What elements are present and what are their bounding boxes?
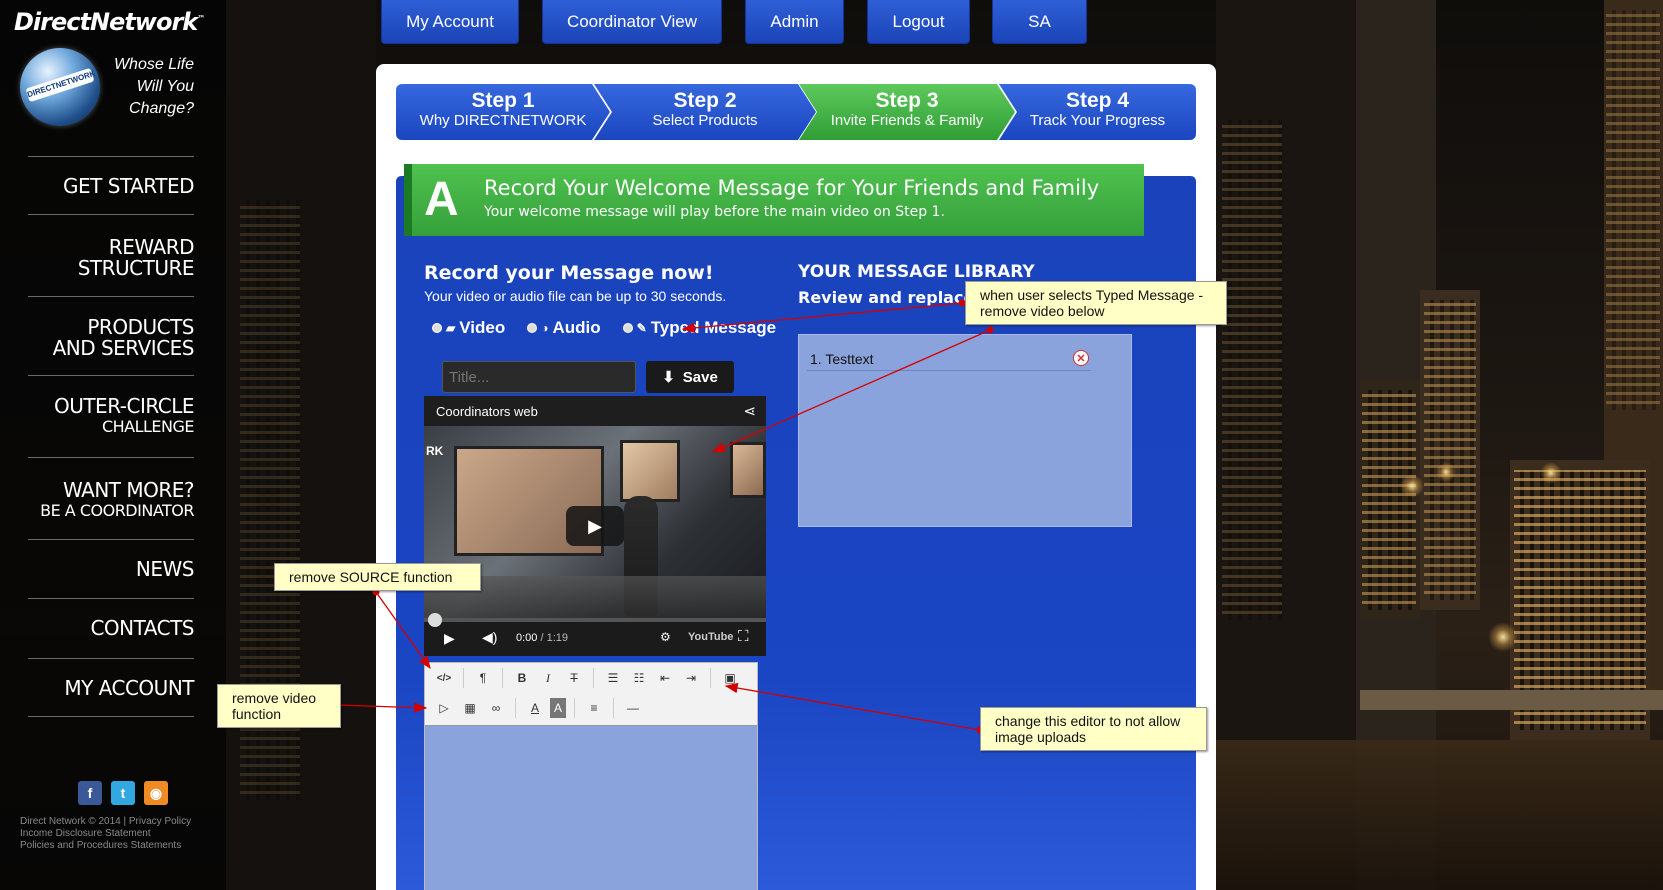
bold-icon[interactable]: B xyxy=(511,668,533,688)
rss-icon[interactable]: ◉ xyxy=(144,781,168,805)
annotation-typed-message: when user selects Typed Message - remove… xyxy=(965,281,1227,325)
editor-content-area[interactable] xyxy=(425,725,757,890)
link-icon[interactable]: ∞ xyxy=(485,698,507,718)
nav-admin-button[interactable]: Admin xyxy=(745,0,844,44)
image-icon[interactable]: ▣ xyxy=(719,668,741,688)
share-icon[interactable]: ⋖ xyxy=(743,402,756,420)
editor-toolbar-row-1: </> ¶ B I T ☰ ☷ ⇤ ⇥ ▣ xyxy=(425,663,757,693)
play-overlay-button[interactable]: ▶ xyxy=(566,506,624,546)
facebook-icon[interactable]: f xyxy=(78,781,102,805)
globe-logo-icon: DIRECTNETWORK xyxy=(20,48,100,126)
section-heading: Record Your Welcome Message for Your Fri… xyxy=(484,176,1100,200)
twitter-icon[interactable]: t xyxy=(111,781,135,805)
title-input[interactable] xyxy=(442,361,636,393)
section-banner: A Record Your Welcome Message for Your F… xyxy=(404,164,1144,236)
table-icon[interactable]: ▦ xyxy=(459,698,481,718)
play-icon[interactable]: ▶ xyxy=(444,630,455,647)
bullet-list-icon[interactable]: ☰ xyxy=(602,668,624,688)
footer-link-privacy[interactable]: Direct Network © 2014 | Privacy Policy xyxy=(20,816,191,828)
paragraph-icon[interactable]: ¶ xyxy=(472,668,494,688)
message-library-list: 1. Testtext ✕ xyxy=(798,334,1132,527)
tagline: Whose Life Will You Change? xyxy=(113,56,194,117)
radio-dot-icon[interactable] xyxy=(432,323,442,333)
radio-dot-icon[interactable] xyxy=(527,323,538,333)
radio-audio[interactable]: ◑ Audio xyxy=(527,318,601,338)
annotation-no-image-uploads: change this editor to not allow image up… xyxy=(980,707,1207,751)
sidebar-item-products[interactable]: PRODUCTS AND SERVICES xyxy=(28,296,195,375)
sidebar-item-my-account[interactable]: MY ACCOUNT xyxy=(28,658,195,717)
footer-links: Direct Network © 2014 | Privacy Policy I… xyxy=(20,816,191,852)
sidebar-item-outer-circle[interactable]: OUTER-CIRCLE CHALLENGE xyxy=(28,375,195,457)
headphones-icon: ◑ xyxy=(541,321,549,335)
annotation-remove-video: remove video function xyxy=(217,684,341,728)
sidebar-item-news[interactable]: NEWS xyxy=(28,539,195,598)
nav-coordinator-view-button[interactable]: Coordinator View xyxy=(542,0,722,44)
save-button[interactable]: ⬇ Save xyxy=(646,361,734,393)
video-progress-bar[interactable] xyxy=(424,618,766,622)
step-4-tab[interactable]: Step 4 Track Your Progress xyxy=(999,84,1196,140)
editor-toolbar-row-2: ▷ ▦ ∞ A A ≡ — xyxy=(425,693,757,723)
settings-icon[interactable]: ⚙ xyxy=(660,630,671,644)
nav-my-account-button[interactable]: My Account xyxy=(381,0,519,44)
video-title-bar: Coordinators web ⋖ xyxy=(424,396,766,426)
align-icon[interactable]: ≡ xyxy=(583,698,605,718)
list-item[interactable]: 1. Testtext ✕ xyxy=(807,345,1091,371)
record-heading: Record your Message now! xyxy=(424,262,714,284)
footer-link-policies[interactable]: Policies and Procedures Statements xyxy=(20,840,191,852)
sidebar-item-get-started[interactable]: GET STARTED xyxy=(28,156,195,214)
italic-icon[interactable]: I xyxy=(537,668,559,688)
section-letter: A xyxy=(424,173,459,226)
main-panel: Step 1 Why DIRECTNETWORK Step 2 Select Pro… xyxy=(376,64,1216,890)
radio-typed-message[interactable]: ✎ Typed Message xyxy=(622,318,776,338)
nav-logout-button[interactable]: Logout xyxy=(867,0,970,44)
step-3-tab[interactable]: Step 3 Invite Friends & Family xyxy=(799,84,1015,140)
horizontal-rule-icon[interactable]: — xyxy=(622,698,644,718)
numbered-list-icon[interactable]: ☷ xyxy=(628,668,650,688)
step-2-tab[interactable]: Step 2 Select Products xyxy=(594,84,816,140)
video-player[interactable]: Coordinators web ⋖ RK ▶ ▶ ◀) 0:00 / 1:19 … xyxy=(424,396,766,656)
progress-handle[interactable] xyxy=(428,613,442,627)
social-links: f t ◉ xyxy=(78,781,168,805)
text-editor: </> ¶ B I T ☰ ☷ ⇤ ⇥ ▣ ▷ ▦ ∞ A A ≡ — xyxy=(424,662,758,890)
fullscreen-icon[interactable]: ⛶ xyxy=(738,628,749,645)
steps-bar: Step 1 Why DIRECTNETWORK Step 2 Select Pro… xyxy=(396,84,1196,140)
library-heading: YOUR MESSAGE LIBRARY xyxy=(798,262,1035,282)
outdent-icon[interactable]: ⇤ xyxy=(654,668,676,688)
sidebar-nav: GET STARTED REWARD STRUCTURE PRODUCTS AND … xyxy=(28,156,195,717)
radio-dot-icon[interactable] xyxy=(622,323,633,333)
video-camera-icon: ▰ xyxy=(446,321,456,335)
volume-icon[interactable]: ◀) xyxy=(482,629,497,646)
pen-icon: ✎ xyxy=(636,321,647,335)
footer-link-income[interactable]: Income Disclosure Statement xyxy=(20,828,191,840)
download-arrow-icon: ⬇ xyxy=(662,369,675,386)
radio-video[interactable]: ▰ Video xyxy=(432,318,505,338)
delete-icon[interactable]: ✕ xyxy=(1073,350,1089,366)
message-type-radios: ▰ Video ◑ Audio ✎ Typed Message xyxy=(432,318,776,338)
sidebar-item-reward-structure[interactable]: REWARD STRUCTURE xyxy=(28,214,195,296)
record-subtext: Your video or audio file can be up to 30… xyxy=(424,288,727,304)
annotation-remove-source: remove SOURCE function xyxy=(274,563,481,591)
brand-logo[interactable]: DirectNetwork™ xyxy=(14,8,205,36)
step-1-tab[interactable]: Step 1 Why DIRECTNETWORK xyxy=(396,84,610,140)
font-color-icon[interactable]: A xyxy=(524,698,546,718)
nav-sa-button[interactable]: SA xyxy=(992,0,1087,44)
section-subheading: Your welcome message will play before th… xyxy=(484,204,945,220)
sidebar: DirectNetwork™ DIRECTNETWORK Whose Life … xyxy=(0,0,226,890)
sidebar-item-want-more[interactable]: WANT MORE? BE A COORDINATOR xyxy=(28,457,195,539)
indent-icon[interactable]: ⇥ xyxy=(680,668,702,688)
sidebar-item-contacts[interactable]: CONTACTS xyxy=(28,598,195,658)
youtube-logo[interactable]: YouTube xyxy=(688,631,733,643)
video-controls: ▶ ◀) 0:00 / 1:19 ⚙ YouTube ⛶ xyxy=(424,613,766,656)
source-code-icon[interactable]: </> xyxy=(433,668,455,688)
background-color-icon[interactable]: A xyxy=(550,698,566,718)
video-embed-icon[interactable]: ▷ xyxy=(433,698,455,718)
strikethrough-icon[interactable]: T xyxy=(563,668,585,688)
